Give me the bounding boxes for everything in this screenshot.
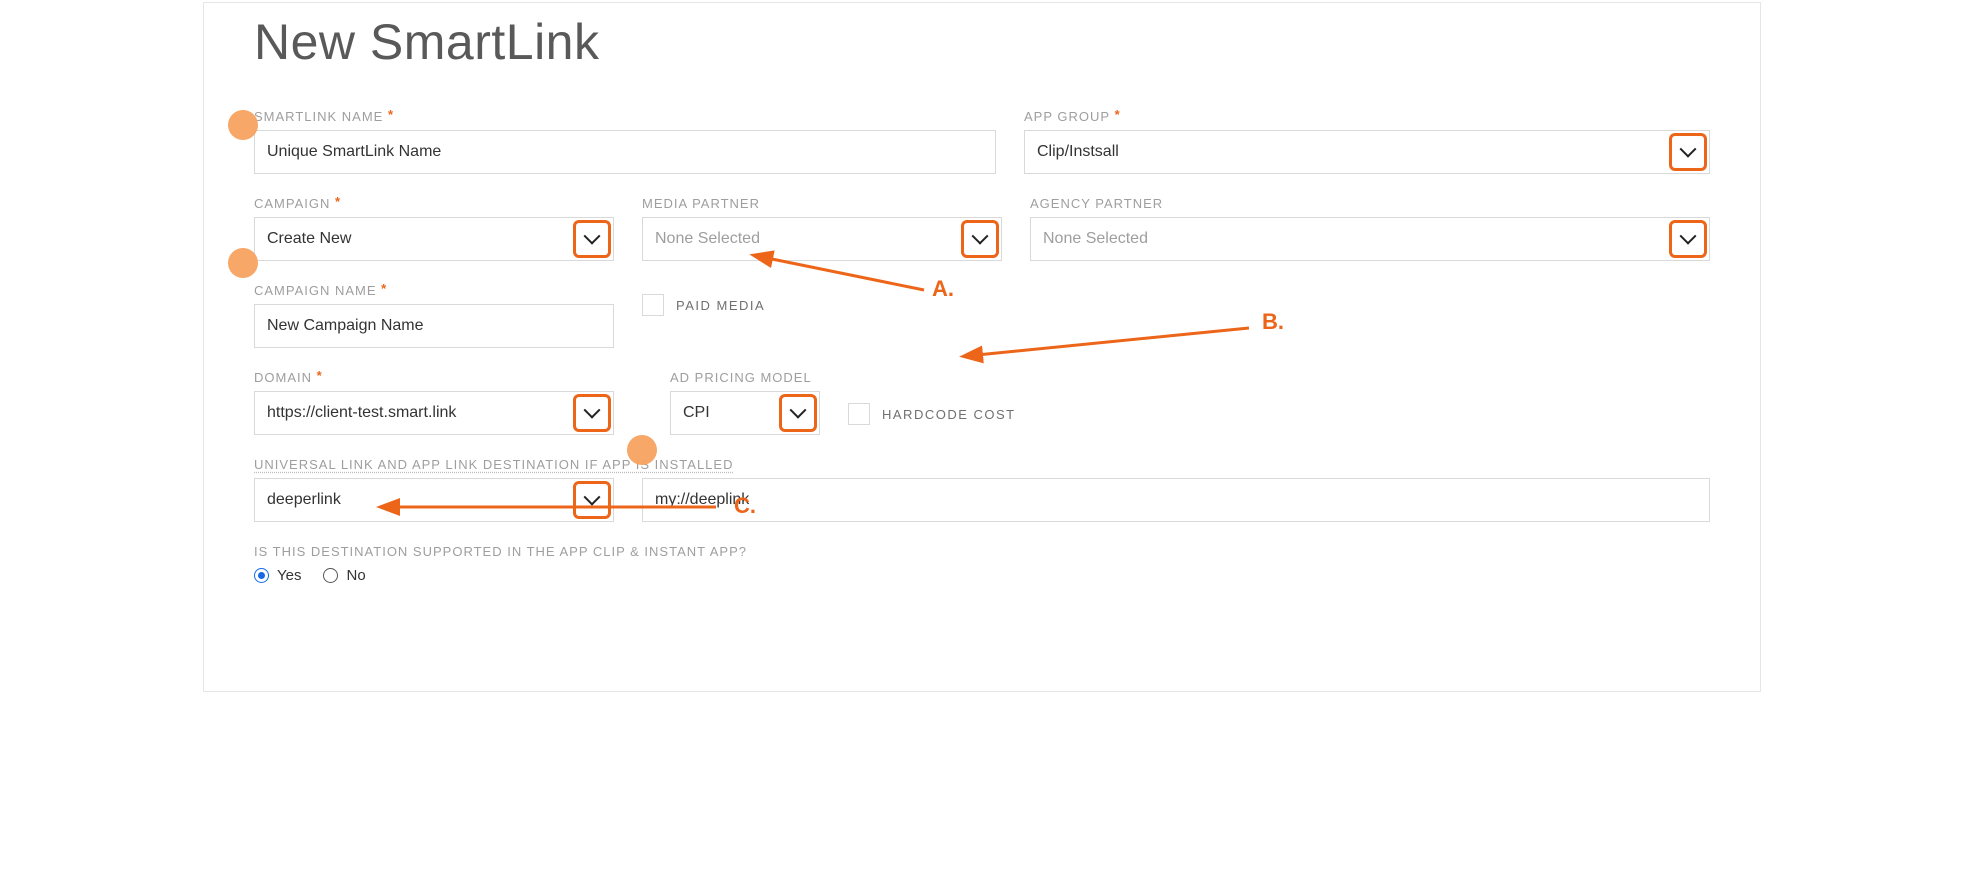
app-group-chevron[interactable] bbox=[1669, 133, 1707, 171]
paid-media-checkbox[interactable] bbox=[642, 294, 664, 316]
ad-pricing-value: CPI bbox=[683, 404, 710, 422]
deeplink-input[interactable] bbox=[642, 478, 1710, 522]
domain-select[interactable]: https://client-test.smart.link bbox=[254, 391, 614, 435]
label-campaign: CAMPAIGN bbox=[254, 196, 614, 211]
clip-supported-radiogroup: Yes No bbox=[254, 567, 1710, 584]
hardcode-cost-label: HARDCODE COST bbox=[882, 407, 1016, 422]
row-campaign-name-paid: CAMPAIGN NAME PAID MEDIA bbox=[254, 283, 1710, 348]
label-domain: DOMAIN bbox=[254, 370, 614, 385]
annotation-marker-3 bbox=[627, 435, 657, 465]
row-universal-link: deeperlink bbox=[254, 478, 1710, 522]
app-group-select[interactable]: Clip/Instsall bbox=[1024, 130, 1710, 174]
campaign-name-input[interactable] bbox=[254, 304, 614, 348]
radio-no[interactable]: No bbox=[323, 567, 365, 584]
label-app-group: APP GROUP bbox=[1024, 109, 1710, 124]
label-media-partner: MEDIA PARTNER bbox=[642, 196, 1002, 211]
page-title: New SmartLink bbox=[254, 13, 1710, 71]
ul-type-chevron[interactable] bbox=[573, 481, 611, 519]
campaign-value: Create New bbox=[267, 230, 351, 248]
campaign-select[interactable]: Create New bbox=[254, 217, 614, 261]
ul-type-select[interactable]: deeperlink bbox=[254, 478, 614, 522]
label-campaign-name: CAMPAIGN NAME bbox=[254, 283, 614, 298]
label-ad-pricing: AD PRICING MODEL bbox=[670, 370, 820, 385]
chevron-down-icon bbox=[584, 402, 601, 419]
annotation-label-b: B. bbox=[1262, 309, 1284, 335]
agency-partner-value: None Selected bbox=[1043, 230, 1148, 248]
label-clip-supported: IS THIS DESTINATION SUPPORTED IN THE APP… bbox=[254, 544, 1710, 559]
chevron-down-icon bbox=[1680, 141, 1697, 158]
campaign-chevron[interactable] bbox=[573, 220, 611, 258]
annotation-marker-2 bbox=[228, 248, 258, 278]
annotation-marker-1 bbox=[228, 110, 258, 140]
chevron-down-icon bbox=[972, 228, 989, 245]
paid-media-label: PAID MEDIA bbox=[676, 298, 765, 313]
label-ul-section: UNIVERSAL LINK AND APP LINK DESTINATION … bbox=[254, 457, 1710, 472]
label-smartlink-name: SMARTLINK NAME bbox=[254, 109, 996, 124]
radio-yes[interactable]: Yes bbox=[254, 567, 301, 584]
smartlink-name-input[interactable] bbox=[254, 130, 996, 174]
ad-pricing-chevron[interactable] bbox=[779, 394, 817, 432]
annotation-label-a: A. bbox=[932, 276, 954, 302]
agency-partner-select[interactable]: None Selected bbox=[1030, 217, 1710, 261]
hardcode-cost-checkbox[interactable] bbox=[848, 403, 870, 425]
ul-type-value: deeperlink bbox=[267, 491, 341, 509]
media-partner-select[interactable]: None Selected bbox=[642, 217, 1002, 261]
agency-partner-chevron[interactable] bbox=[1669, 220, 1707, 258]
radio-yes-indicator bbox=[254, 568, 269, 583]
radio-no-indicator bbox=[323, 568, 338, 583]
app-group-value: Clip/Instsall bbox=[1037, 143, 1119, 161]
media-partner-value: None Selected bbox=[655, 230, 760, 248]
row-domain-pricing: DOMAIN https://client-test.smart.link AD… bbox=[254, 370, 1710, 435]
label-agency-partner: AGENCY PARTNER bbox=[1030, 196, 1710, 211]
form-page: New SmartLink SMARTLINK NAME APP GROUP C… bbox=[203, 2, 1761, 692]
radio-no-label: No bbox=[346, 567, 365, 584]
chevron-down-icon bbox=[1680, 228, 1697, 245]
ad-pricing-select[interactable]: CPI bbox=[670, 391, 820, 435]
chevron-down-icon bbox=[584, 489, 601, 506]
row-name-appgroup: SMARTLINK NAME APP GROUP Clip/Instsall bbox=[254, 109, 1710, 174]
annotation-label-c: C. bbox=[734, 493, 756, 519]
chevron-down-icon bbox=[584, 228, 601, 245]
media-partner-chevron[interactable] bbox=[961, 220, 999, 258]
domain-chevron[interactable] bbox=[573, 394, 611, 432]
domain-value: https://client-test.smart.link bbox=[267, 404, 456, 422]
radio-yes-label: Yes bbox=[277, 567, 301, 584]
chevron-down-icon bbox=[790, 402, 807, 419]
row-campaign-media-agency: CAMPAIGN Create New MEDIA PARTNER None S… bbox=[254, 196, 1710, 261]
